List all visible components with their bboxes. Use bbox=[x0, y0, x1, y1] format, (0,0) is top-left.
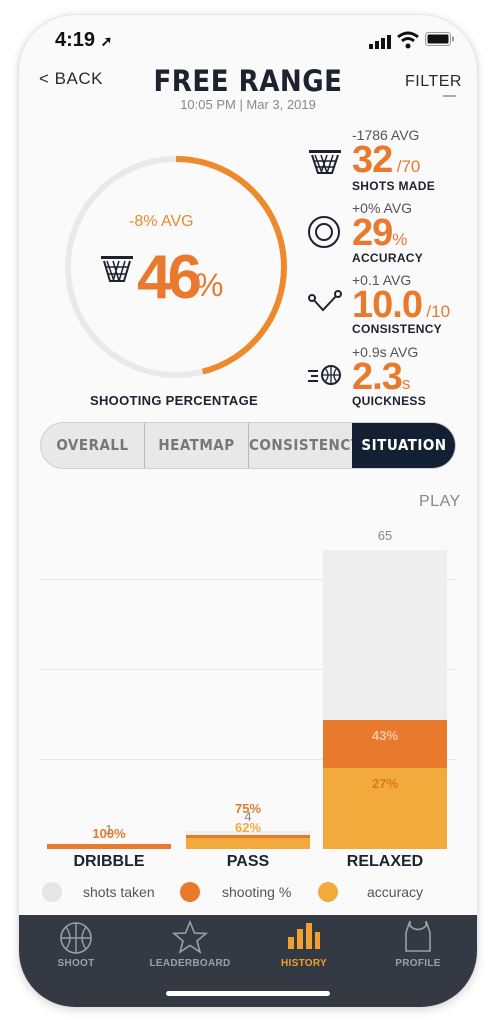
star-icon bbox=[171, 919, 209, 959]
shots-taken-label: 65 bbox=[377, 528, 393, 543]
accuracy-label: 62% bbox=[234, 819, 262, 835]
category-label: RELAXED bbox=[346, 853, 424, 870]
legend-label: shots taken bbox=[83, 884, 155, 900]
basketball-icon bbox=[59, 921, 93, 960]
jersey-icon bbox=[404, 919, 432, 958]
accuracy-bar bbox=[186, 837, 310, 849]
situation-bar-chart: 1 100% 4 75% 62% 65 43% 27% bbox=[19, 15, 477, 915]
tabbar-label: HISTORY bbox=[281, 958, 327, 969]
legend-label: accuracy bbox=[367, 884, 424, 900]
phone-screen: 4:19 ➚ < BACK FREE RANGE 10:05 PM | Mar … bbox=[19, 15, 477, 1007]
tabbar-label: SHOOT bbox=[57, 958, 95, 969]
tabbar-label: LEADERBOARD bbox=[149, 958, 231, 969]
legend-label: shooting % bbox=[222, 884, 292, 900]
legend-swatch-shots-taken bbox=[42, 882, 62, 902]
home-indicator[interactable] bbox=[166, 991, 330, 996]
accuracy-label: 27% bbox=[371, 776, 399, 792]
shooting-pct-label: 75% bbox=[234, 801, 262, 817]
bar-chart-icon bbox=[288, 923, 320, 954]
category-label: PASS bbox=[226, 853, 270, 870]
shooting-pct-label: 100% bbox=[92, 826, 126, 842]
tabbar-label: PROFILE bbox=[395, 958, 441, 969]
legend-swatch-shooting-pct bbox=[180, 882, 200, 902]
category-label: DRIBBLE bbox=[73, 853, 145, 870]
shooting-pct-bar bbox=[47, 844, 171, 849]
shooting-pct-label: 43% bbox=[371, 728, 399, 744]
legend-swatch-accuracy bbox=[318, 882, 338, 902]
